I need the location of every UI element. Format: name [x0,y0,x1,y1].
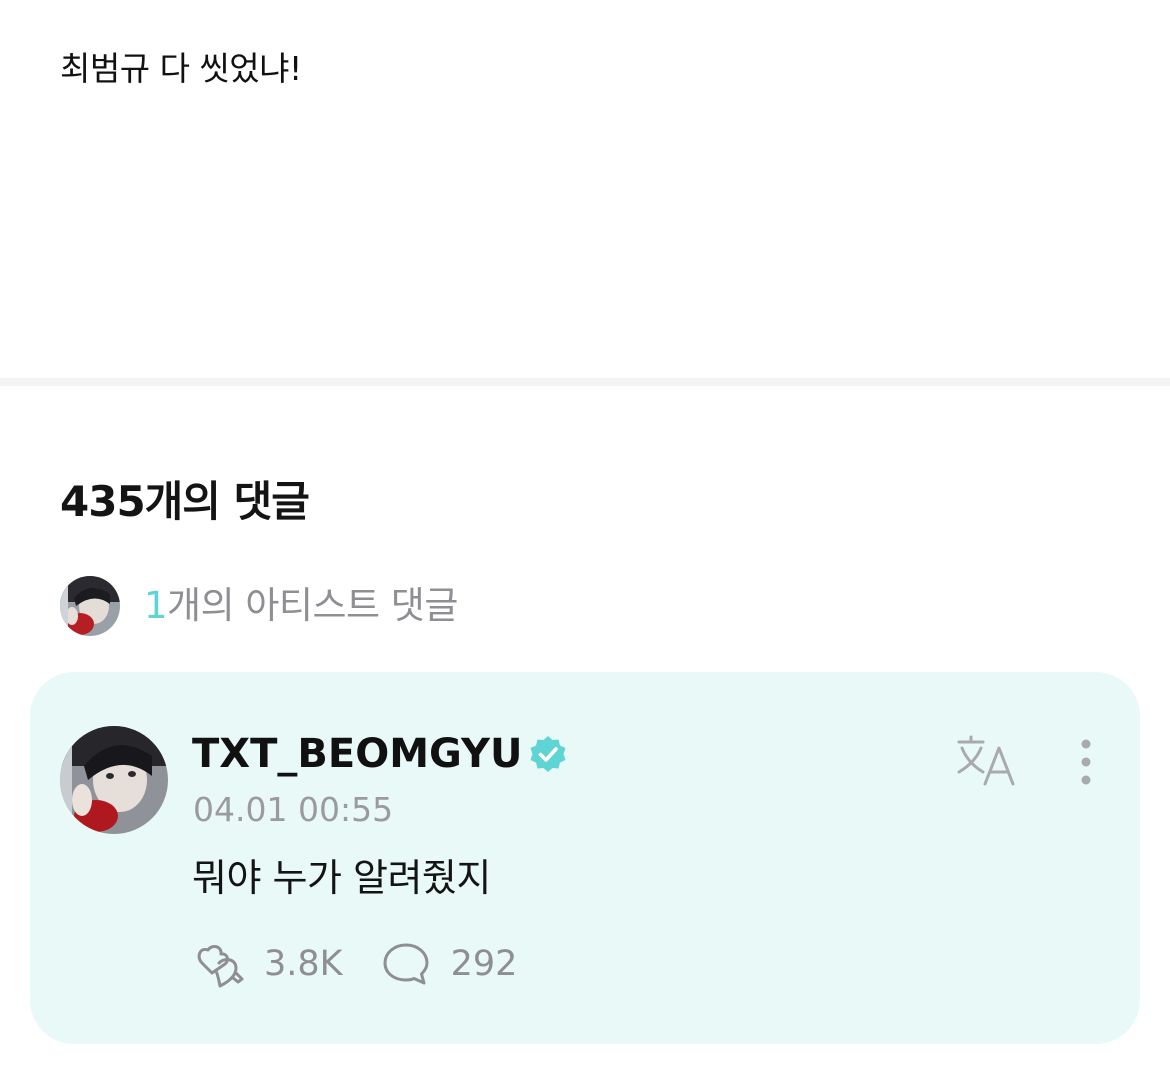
post-detail-page: 최범규 다 씻었냐! 435개의 댓글 1개의 아티스트 댓글 TXT_BEOM… [0,0,1170,1069]
comment-author-row: TXT_BEOMGYU [192,726,568,782]
more-vertical-icon [1081,739,1091,785]
cheer-heart-icon[interactable] [192,937,246,991]
artist-comments-summary[interactable]: 1개의 아티스트 댓글 [60,575,458,637]
translate-button[interactable] [955,734,1019,790]
comments-count-title: 435개의 댓글 [60,477,310,526]
comment-author-name[interactable]: TXT_BEOMGYU [192,726,522,782]
artist-comments-suffix: 개의 아티스트 댓글 [167,584,458,627]
artist-avatar [60,576,120,636]
artist-comments-label: 1개의 아티스트 댓글 [144,581,458,631]
verified-badge-icon [528,734,568,774]
comment-author-avatar[interactable] [60,726,168,834]
post-body-text: 최범규 다 씻었냐! [60,49,302,88]
artist-comment-card[interactable]: TXT_BEOMGYU 04.01 00:55 뭐야 누가 알려줬지 3.8K [30,672,1140,1044]
section-divider [0,378,1170,386]
more-options-button[interactable] [1066,734,1106,790]
comment-timestamp: 04.01 00:55 [193,790,394,829]
translate-icon [957,735,1015,786]
speech-bubble-icon [379,937,433,991]
comment-actions: 3.8K 292 [192,936,517,992]
comment-body-text: 뭐야 누가 알려줬지 [192,856,491,900]
reply-button[interactable]: 292 [379,937,518,991]
artist-comments-count: 1 [144,584,168,627]
reply-count: 292 [450,944,518,984]
like-count: 3.8K [264,944,343,984]
